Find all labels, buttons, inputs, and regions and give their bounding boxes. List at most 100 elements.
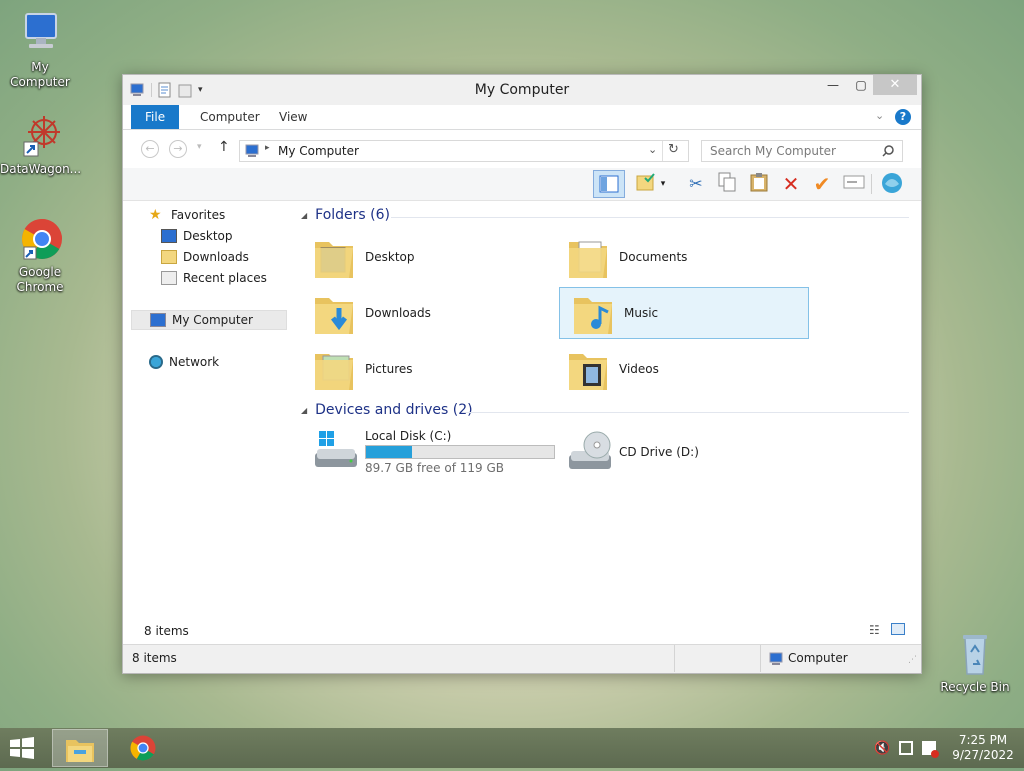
back-button[interactable]: ← xyxy=(141,140,159,158)
folder-desktop[interactable]: Desktop xyxy=(301,231,551,283)
breadcrumb[interactable]: My Computer xyxy=(278,144,359,158)
desktop-icon-label: Google Chrome xyxy=(16,265,64,294)
downloads-folder-icon xyxy=(313,290,357,336)
file-explorer-icon xyxy=(66,740,94,762)
window-title: My Computer xyxy=(474,82,570,98)
volume-muted-icon[interactable]: 🔇 xyxy=(874,741,890,756)
large-icons-view-icon[interactable] xyxy=(891,623,905,635)
tab-file[interactable]: File xyxy=(131,105,180,129)
desktop-icon-label: Recycle Bin xyxy=(940,680,1010,694)
collapse-triangle-icon[interactable]: ◢ xyxy=(301,406,307,415)
chrome-icon xyxy=(16,215,64,263)
title-bar[interactable]: ▾ My Computer — ▢ ✕ xyxy=(123,75,921,105)
nav-desktop[interactable]: Desktop xyxy=(161,226,233,246)
nav-my-computer[interactable]: My Computer xyxy=(131,310,287,330)
folder-pictures[interactable]: Pictures xyxy=(301,343,551,395)
nav-label: Desktop xyxy=(183,229,233,243)
folder-label: Videos xyxy=(619,362,659,376)
address-dropdown-icon[interactable]: ⌄ xyxy=(648,143,657,156)
videos-folder-icon xyxy=(567,346,611,392)
taskbar-file-explorer[interactable] xyxy=(52,729,108,767)
search-icon[interactable] xyxy=(882,145,894,157)
minimize-button[interactable]: — xyxy=(819,75,847,95)
clock[interactable]: 7:25 PM 9/27/2022 xyxy=(948,733,1018,763)
group-divider xyxy=(465,412,909,413)
details-view-icon[interactable]: ☷ xyxy=(869,623,880,637)
network-tray-icon[interactable] xyxy=(899,741,913,755)
close-button[interactable]: ✕ xyxy=(873,75,917,95)
chrome-icon xyxy=(130,735,156,761)
copy-icon[interactable] xyxy=(714,172,740,196)
folder-label: Pictures xyxy=(365,362,413,376)
nav-label: Downloads xyxy=(183,250,249,264)
folder-label: Downloads xyxy=(365,306,431,320)
content-pane: ◢ Folders (6) Desktop Documents Download… xyxy=(295,201,921,621)
search-input[interactable]: Search My Computer xyxy=(701,140,903,162)
tab-computer[interactable]: Computer xyxy=(187,105,273,129)
group-title: Folders (6) xyxy=(315,207,390,223)
desktop-icon-my-computer[interactable]: My Computer xyxy=(0,10,80,90)
start-button[interactable] xyxy=(8,736,38,760)
folder-downloads[interactable]: Downloads xyxy=(301,287,551,339)
address-row: ← → ▾ ↑ ▸ My Computer ⌄ ↻ Search My Comp… xyxy=(123,130,921,168)
collapse-triangle-icon[interactable]: ◢ xyxy=(301,211,307,220)
folder-documents[interactable]: Documents xyxy=(555,231,805,283)
cut-icon[interactable]: ✂ xyxy=(683,172,709,196)
recent-places-icon xyxy=(161,271,177,285)
address-bar[interactable]: ▸ My Computer ⌄ ↻ xyxy=(239,140,689,162)
expand-ribbon-icon[interactable]: ⌄ xyxy=(875,109,884,122)
up-button[interactable]: ↑ xyxy=(218,139,230,155)
status-bar: 8 items Computer ⋰ xyxy=(123,644,921,673)
nav-label: Favorites xyxy=(171,208,226,222)
nav-network[interactable]: Network xyxy=(149,352,219,372)
globe-icon[interactable] xyxy=(879,172,905,196)
ribbon-tabs: File Computer View ⌄ ? xyxy=(123,105,921,130)
paste-icon[interactable] xyxy=(746,172,772,196)
drive-free-space: 89.7 GB free of 119 GB xyxy=(365,461,504,475)
taskbar-chrome[interactable] xyxy=(128,733,158,763)
folder-music[interactable]: Music xyxy=(559,287,809,339)
nav-label: My Computer xyxy=(172,313,253,327)
explorer-window: ▾ My Computer — ▢ ✕ File Computer View ⌄… xyxy=(122,74,922,674)
drives-group-header[interactable]: ◢ Devices and drives (2) xyxy=(301,402,473,418)
local-disk-icon xyxy=(313,429,357,475)
computer-small-icon xyxy=(245,144,259,157)
forward-button[interactable]: → xyxy=(169,140,187,158)
desktop-icon-label: DataWagon... xyxy=(0,162,82,176)
delete-icon[interactable]: ✕ xyxy=(778,172,804,196)
drive-c[interactable]: Local Disk (C:) 89.7 GB free of 119 GB xyxy=(301,425,555,479)
rename-icon[interactable] xyxy=(841,172,867,196)
refresh-icon[interactable]: ↻ xyxy=(668,142,679,157)
nav-downloads[interactable]: Downloads xyxy=(161,247,249,267)
action-center-icon[interactable] xyxy=(922,741,939,758)
status-item-count: 8 items xyxy=(132,651,177,665)
breadcrumb-chevron-icon[interactable]: ▸ xyxy=(265,143,270,153)
tab-view[interactable]: View xyxy=(266,105,320,129)
toolbar-separator xyxy=(871,174,872,194)
status-location: Computer xyxy=(788,651,848,665)
dropdown-icon[interactable]: ▾ xyxy=(657,172,669,196)
desktop-icon-datawagon[interactable]: DataWagon... xyxy=(0,112,82,177)
drive-d[interactable]: CD Drive (D:) xyxy=(555,425,805,479)
nav-favorites[interactable]: ★ Favorites xyxy=(149,205,225,225)
inner-status-bar: 8 items ☷ xyxy=(123,617,921,645)
nav-recent-places[interactable]: Recent places xyxy=(161,268,267,288)
desktop-folder-icon xyxy=(313,234,357,280)
recent-locations-icon[interactable]: ▾ xyxy=(197,142,202,152)
drive-label: CD Drive (D:) xyxy=(619,445,699,459)
desktop-icon-google-chrome[interactable]: Google Chrome xyxy=(0,215,80,295)
folder-videos[interactable]: Videos xyxy=(555,343,805,395)
recycle-bin-icon xyxy=(951,630,999,678)
cd-drive-icon xyxy=(567,429,611,475)
preview-pane-button[interactable] xyxy=(593,170,625,198)
drive-usage-bar xyxy=(365,445,555,459)
resize-grip-icon[interactable]: ⋰ xyxy=(908,655,917,665)
computer-icon xyxy=(150,313,166,327)
maximize-button[interactable]: ▢ xyxy=(847,75,875,95)
drive-label: Local Disk (C:) xyxy=(365,429,452,443)
desktop-icon-recycle-bin[interactable]: Recycle Bin xyxy=(935,630,1015,695)
select-folder-icon[interactable] xyxy=(633,172,659,196)
folders-group-header[interactable]: ◢ Folders (6) xyxy=(301,207,390,223)
apply-check-icon[interactable]: ✔ xyxy=(809,172,835,196)
help-icon[interactable]: ? xyxy=(895,109,911,125)
